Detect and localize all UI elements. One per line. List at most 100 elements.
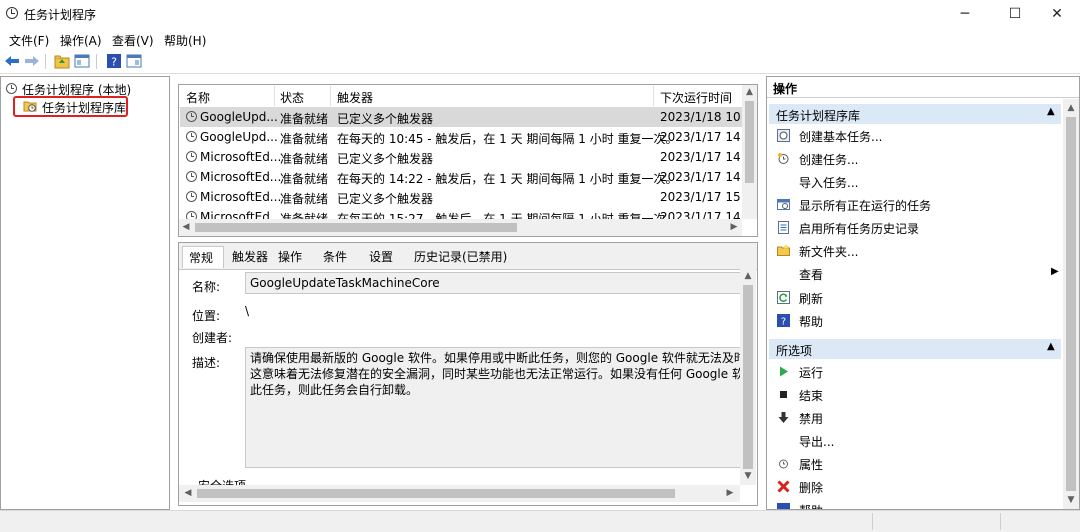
status-divider	[872, 513, 873, 530]
scroll-thumb[interactable]	[743, 285, 753, 469]
scroll-left-arrow[interactable]: ◀	[181, 222, 191, 232]
help-icon: ?	[777, 314, 790, 327]
scroll-up-arrow[interactable]: ▲	[1063, 103, 1079, 113]
scroll-thumb[interactable]	[1066, 117, 1076, 491]
cell-next-run: 2023/1/17 14:2	[660, 210, 742, 219]
action-label: 启用所有任务历史记录	[799, 222, 920, 236]
menu-view[interactable]: 查看(V)	[112, 32, 154, 49]
table-row[interactable]: MicrosoftEd... 准备就绪 已定义多个触发器 2023/1/17 1…	[180, 187, 752, 207]
action-disable[interactable]: 禁用	[775, 407, 1059, 429]
name-label: 名称:	[192, 280, 221, 294]
folder-clock-icon	[23, 101, 37, 112]
description-field[interactable]: 请确保使用最新版的 Google 软件。如果停用或中断此任务，则您的 Googl…	[245, 347, 741, 468]
description-line: 请确保使用最新版的 Google 软件。如果停用或中断此任务，则您的 Googl…	[250, 351, 741, 365]
name-field[interactable]: GoogleUpdateTaskMachineCore	[245, 272, 741, 294]
scroll-up-arrow[interactable]: ▲	[740, 271, 756, 281]
back-arrow-icon[interactable]	[4, 53, 20, 69]
collapse-arrow-icon[interactable]: ▲	[1047, 341, 1055, 352]
action-view[interactable]: 查看 ▶	[775, 263, 1059, 285]
column-header-trigger[interactable]: 触发器	[337, 89, 373, 106]
column-divider	[653, 86, 654, 106]
help-icon[interactable]: ?	[106, 53, 122, 69]
tab-actions[interactable]: 操作	[272, 246, 308, 268]
cell-trigger: 已定义多个触发器	[337, 192, 434, 206]
window-title: 任务计划程序	[24, 8, 97, 22]
tab-general[interactable]: 常规	[182, 246, 224, 268]
status-divider	[1000, 513, 1001, 530]
table-row[interactable]: GoogleUpd... 准备就绪 在每天的 10:45 - 触发后，在 1 天…	[180, 127, 752, 147]
cell-status: 准备就绪	[280, 172, 329, 186]
actions-vertical-scrollbar[interactable]: ▲ ▼	[1063, 99, 1079, 509]
tree-item-library[interactable]: 任务计划程序库	[42, 99, 126, 116]
scroll-thumb[interactable]	[745, 101, 754, 183]
scroll-thumb[interactable]	[197, 489, 675, 498]
svg-text:?: ?	[781, 317, 786, 328]
menu-help[interactable]: 帮助(H)	[164, 32, 206, 49]
action-run[interactable]: 运行	[775, 361, 1059, 383]
cell-next-run: 2023/1/17 14:5	[660, 150, 753, 164]
cell-trigger: 在每天的 10:45 - 触发后，在 1 天 期间每隔 1 小时 重复一次。	[337, 132, 678, 146]
action-delete[interactable]: 删除	[775, 476, 1059, 498]
action-end[interactable]: 结束	[775, 384, 1059, 406]
task-icon	[186, 151, 197, 162]
column-header-status[interactable]: 状态	[280, 89, 304, 106]
show-hide-tree-icon[interactable]	[74, 53, 90, 69]
scroll-thumb[interactable]	[195, 223, 517, 232]
section-title: 所选项	[776, 344, 813, 358]
title-bar: 任务计划程序 ─ ☐ ✕	[0, 0, 1080, 28]
column-header-name[interactable]: 名称	[186, 89, 210, 106]
scroll-right-arrow[interactable]: ▶	[725, 488, 735, 498]
forward-arrow-icon[interactable]	[24, 53, 40, 69]
folder-up-icon[interactable]	[54, 53, 70, 69]
action-refresh[interactable]: 刷新	[775, 287, 1059, 309]
action-show-running-tasks[interactable]: 显示所有正在运行的任务	[775, 194, 1059, 216]
details-horizontal-scrollbar[interactable]: ◀ ▶	[179, 485, 740, 502]
actions-title: 操作	[773, 82, 798, 96]
scroll-down-arrow[interactable]: ▼	[1063, 495, 1079, 505]
tab-history[interactable]: 历史记录(已禁用)	[408, 246, 513, 268]
task-icon	[186, 191, 197, 202]
tab-triggers[interactable]: 触发器	[226, 246, 274, 268]
section-header-selected[interactable]: 所选项 ▲	[769, 339, 1061, 359]
tab-conditions[interactable]: 条件	[317, 246, 353, 268]
scroll-right-arrow[interactable]: ▶	[729, 222, 739, 232]
details-vertical-scrollbar[interactable]: ▲ ▼	[740, 269, 756, 485]
menu-action[interactable]: 操作(A)	[60, 32, 102, 49]
cell-name: MicrosoftEd...	[200, 150, 282, 164]
task-scheduler-icon	[6, 7, 18, 19]
tab-settings[interactable]: 设置	[363, 246, 399, 268]
action-create-basic-task[interactable]: 创建基本任务...	[775, 125, 1059, 147]
minimize-button[interactable]: ─	[942, 0, 988, 28]
action-create-task[interactable]: 创建任务...	[775, 148, 1059, 170]
svg-text:?: ?	[111, 56, 117, 69]
scroll-left-arrow[interactable]: ◀	[183, 488, 193, 498]
show-action-pane-icon[interactable]	[126, 53, 142, 69]
task-list-horizontal-scrollbar[interactable]: ◀ ▶	[179, 219, 742, 236]
scroll-down-arrow[interactable]: ▼	[740, 471, 756, 481]
close-button[interactable]: ✕	[1034, 0, 1080, 28]
new-folder-icon	[777, 244, 790, 256]
column-header-next-run[interactable]: 下次运行时间	[660, 89, 732, 106]
action-new-folder[interactable]: 新文件夹...	[775, 240, 1059, 262]
section-header-library[interactable]: 任务计划程序库 ▲	[769, 104, 1061, 124]
collapse-arrow-icon[interactable]: ▲	[1047, 106, 1055, 117]
menu-bar: 文件(F) 操作(A) 查看(V) 帮助(H)	[0, 29, 1080, 49]
menu-file[interactable]: 文件(F)	[9, 32, 49, 49]
table-row[interactable]: MicrosoftEd... 准备就绪 已定义多个触发器 2023/1/17 1…	[180, 147, 752, 167]
action-export[interactable]: 导出...	[775, 430, 1059, 452]
task-list-vertical-scrollbar[interactable]: ▲	[742, 85, 757, 219]
action-label: 创建任务...	[799, 153, 859, 167]
wizard-icon	[777, 129, 790, 142]
delete-x-icon	[777, 480, 790, 493]
table-row[interactable]: MicrosoftEd... 准备就绪 在每天的 15:27 - 触发后，在 1…	[180, 207, 742, 219]
action-help-2[interactable]: 帮助	[775, 499, 1059, 509]
action-import-task[interactable]: 导入任务...	[775, 171, 1059, 193]
scroll-up-arrow[interactable]: ▲	[742, 87, 757, 97]
action-help[interactable]: ? 帮助	[775, 310, 1059, 332]
table-row[interactable]: GoogleUpd... 准备就绪 已定义多个触发器 2023/1/18 10:…	[180, 107, 752, 127]
maximize-button[interactable]: ☐	[992, 0, 1038, 28]
action-label: 导入任务...	[799, 176, 859, 190]
action-properties[interactable]: 属性	[775, 453, 1059, 475]
table-row[interactable]: MicrosoftEd... 准备就绪 在每天的 14:22 - 触发后，在 1…	[180, 167, 752, 187]
action-enable-history[interactable]: 启用所有任务历史记录	[775, 217, 1059, 239]
